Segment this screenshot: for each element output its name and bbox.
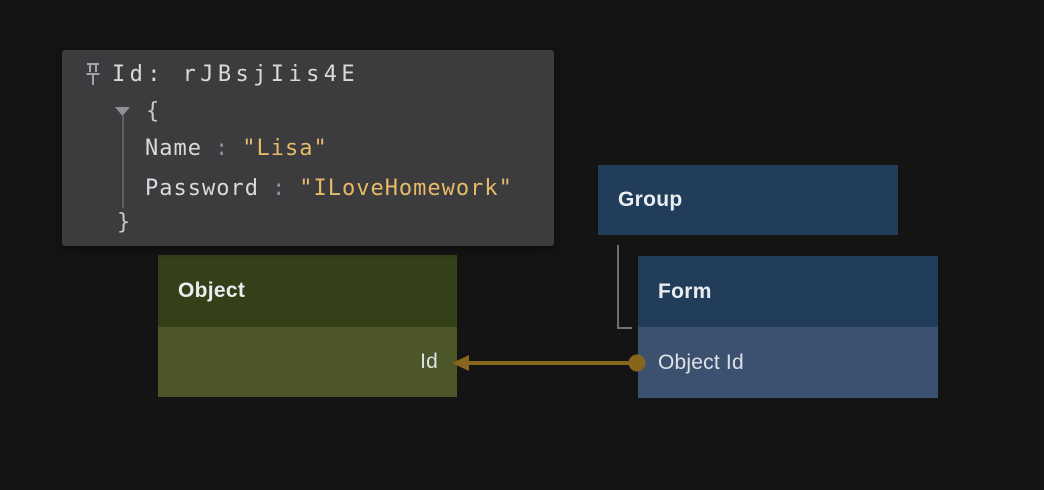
field-key: Password [145, 176, 259, 201]
group-form-connector[interactable] [618, 245, 632, 328]
node-object-header[interactable]: Object [158, 255, 457, 327]
record-field-name: Name: "Lisa" [145, 134, 328, 162]
chevron-down-icon[interactable] [115, 107, 130, 116]
node-group-title: Group [618, 188, 683, 212]
node-form[interactable]: Form Object Id [638, 256, 938, 398]
node-form-header[interactable]: Form [638, 256, 938, 327]
record-tooltip: Id: rJBsjIis4E { Name: "Lisa" Password: "I… [62, 50, 554, 246]
field-label-object-id: Object Id [658, 351, 744, 375]
key-value-separator: : [215, 136, 229, 161]
open-brace: { [146, 99, 160, 124]
relation-arrow[interactable] [452, 355, 646, 372]
node-object[interactable]: Object Id [158, 255, 457, 397]
record-id: Id: rJBsjIis4E [112, 62, 359, 87]
node-object-field-id[interactable]: Id [158, 327, 457, 397]
field-value: "ILoveHomework" [299, 176, 513, 201]
node-object-title: Object [178, 279, 245, 303]
pin-icon[interactable] [83, 61, 103, 88]
node-group[interactable]: Group [598, 165, 898, 235]
field-label-id: Id [420, 350, 438, 374]
node-form-field-object-id[interactable]: Object Id [638, 327, 938, 398]
field-key: Name [145, 136, 202, 161]
close-brace: } [117, 210, 131, 235]
node-group-header[interactable]: Group [598, 165, 898, 235]
diagram-canvas[interactable]: Object Id Group Form Object Id [0, 0, 1044, 490]
node-form-title: Form [658, 280, 712, 304]
record-field-password: Password: "ILoveHomework" [145, 174, 513, 202]
field-value: "Lisa" [242, 136, 327, 161]
key-value-separator: : [272, 176, 286, 201]
indent-guide [122, 116, 124, 208]
